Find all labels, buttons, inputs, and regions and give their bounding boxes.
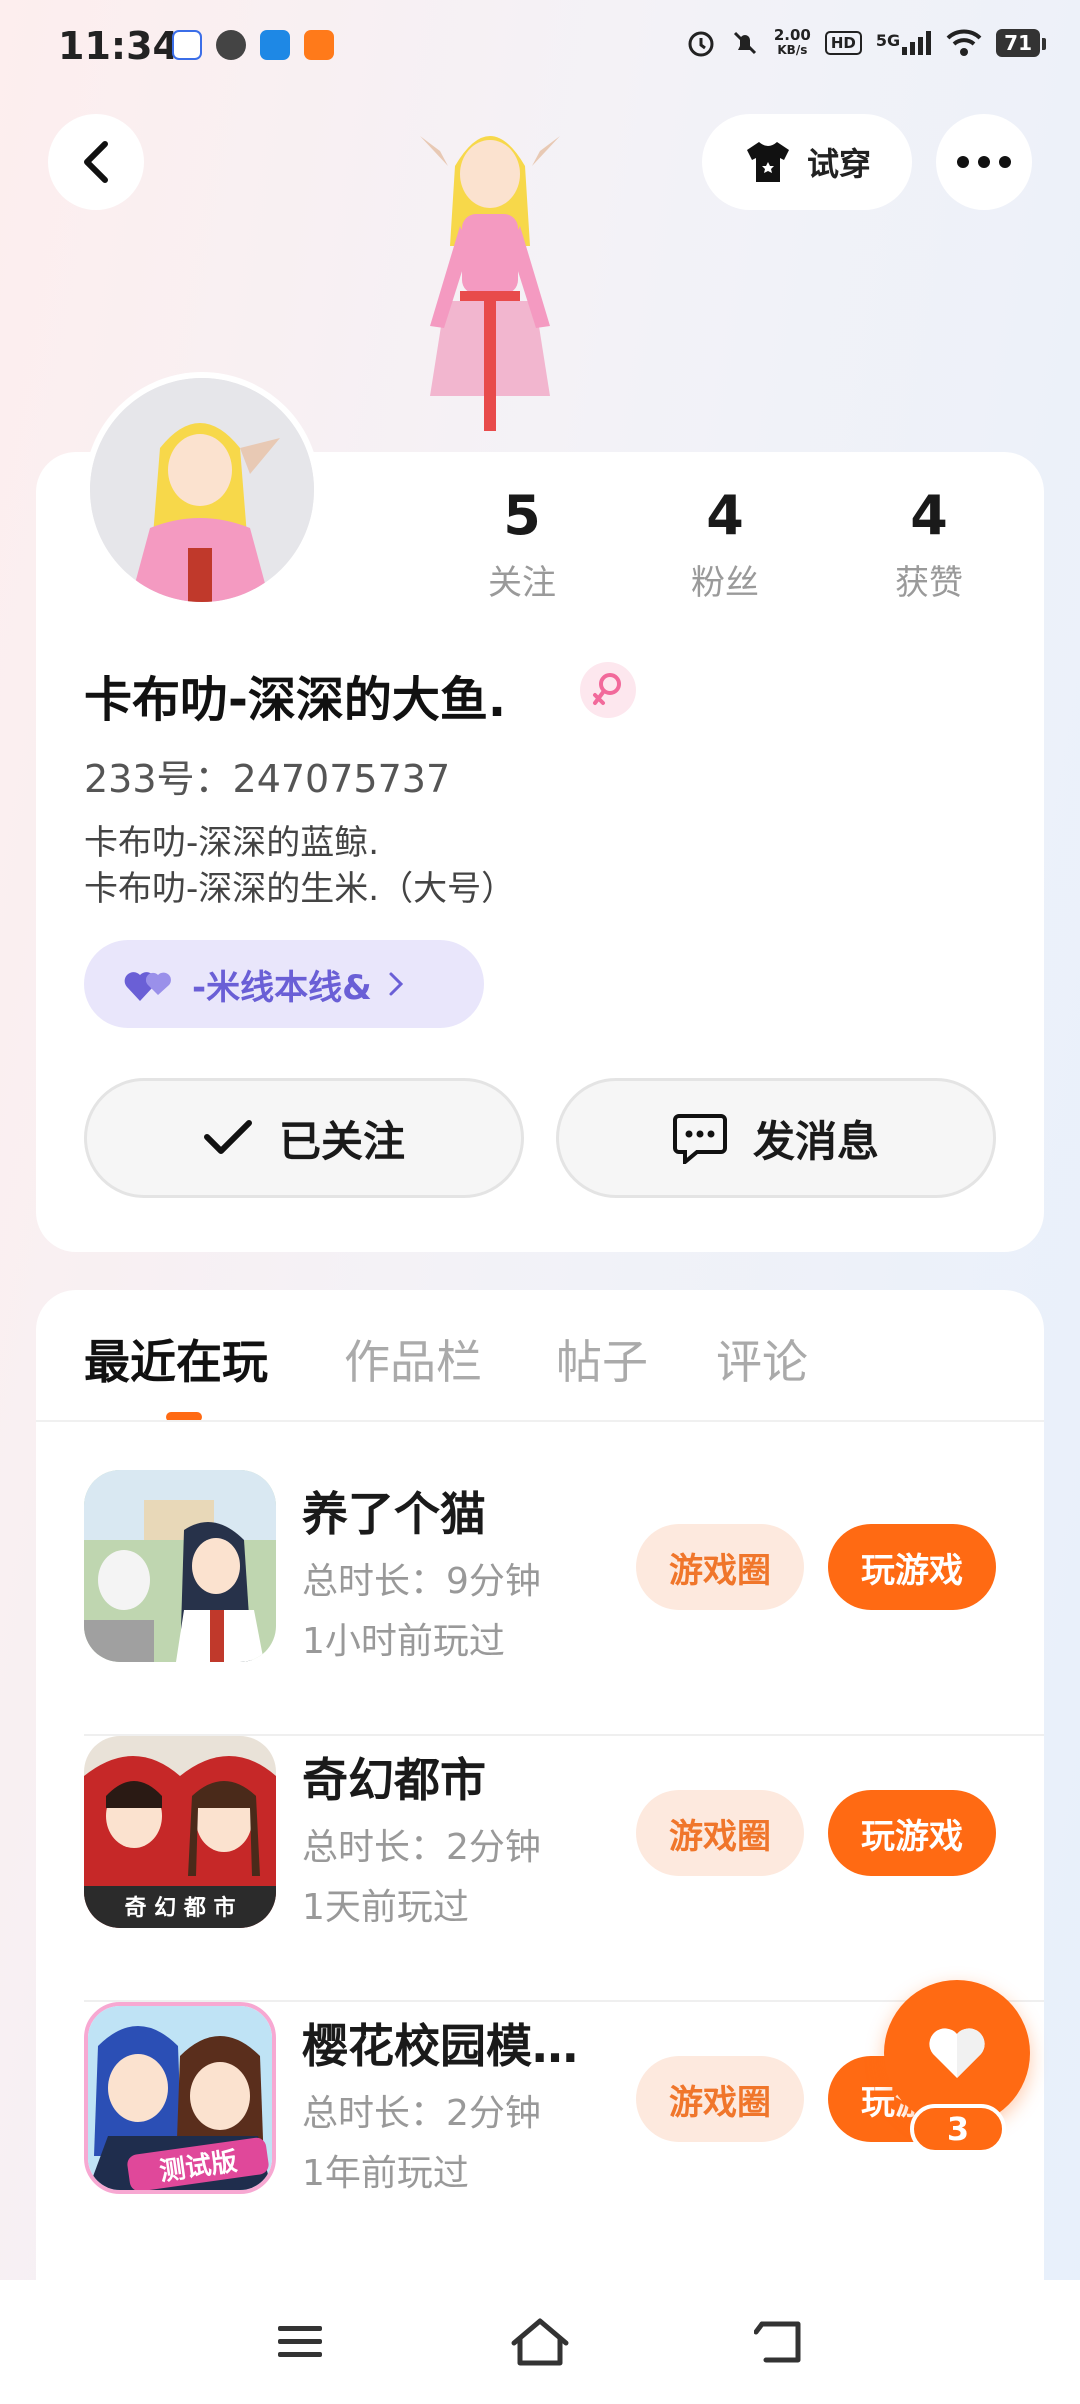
tabs-divider: [36, 1420, 1044, 1422]
game-circle-button[interactable]: 游戏圈: [636, 1790, 804, 1876]
menu-nav-button[interactable]: [268, 2310, 332, 2374]
tshirt-icon: [746, 142, 789, 182]
signal-label: 5G: [875, 31, 901, 50]
game-title: 奇幻都市: [302, 1753, 486, 1807]
link-app-icon: [216, 30, 246, 60]
send-message-label: 发消息: [752, 1116, 879, 1166]
followed-button[interactable]: 已关注: [84, 1078, 524, 1198]
game-last-played: 1年前玩过: [302, 2153, 469, 2194]
play-game-button[interactable]: 玩游戏: [828, 1524, 996, 1610]
back-arrow-icon: [84, 141, 108, 183]
followed-label: 已关注: [278, 1116, 405, 1166]
profile-bio: 卡布叻-深深的蓝鲸. 卡布叻-深深的生米.（大号）: [84, 820, 515, 912]
profile-avatar[interactable]: [84, 372, 320, 608]
game-duration: 总时长：2分钟: [302, 1827, 541, 1868]
bio-line: 卡布叻-深深的蓝鲸.: [84, 823, 380, 863]
try-on-label: 试穿: [806, 145, 871, 183]
game-list-item[interactable]: 养了个猫 总时长：9分钟 1小时前玩过 游戏圈 玩游戏: [84, 1470, 1044, 1736]
relation-tag-label: -米线本线&: [192, 967, 372, 1008]
profile-nickname: 卡布叻-深深的大鱼.: [84, 672, 507, 728]
battery-indicator: 71: [996, 29, 1046, 57]
stat-followers[interactable]: 4 粉丝: [645, 484, 805, 604]
net-speed-unit: KB/s: [777, 43, 808, 57]
back-button[interactable]: [48, 114, 144, 210]
tab-posts[interactable]: 帖子: [556, 1326, 648, 1392]
stat-label: 获赞: [895, 563, 963, 603]
bio-line: 卡布叻-深深的生米.（大号）: [84, 869, 516, 909]
game-title: 养了个猫: [302, 1487, 486, 1541]
status-bar: 11:34 2.00 KB/s HD 5G 71: [0, 0, 1080, 96]
status-time: 11:34: [58, 24, 179, 68]
game-icon[interactable]: [84, 1470, 276, 1662]
mute-icon: [733, 31, 756, 55]
alarm-icon: [688, 31, 714, 57]
stat-label: 关注: [488, 563, 556, 603]
tab-comments[interactable]: 评论: [716, 1326, 808, 1392]
profile-uid: 233号：247075737: [84, 757, 451, 801]
kugou-app-icon: [260, 30, 290, 60]
more-options-button[interactable]: [936, 114, 1032, 210]
stat-value: 4: [910, 484, 948, 547]
more-dots-icon: [957, 156, 1011, 168]
stat-likes[interactable]: 4 获赞: [849, 484, 1009, 604]
game-list-item[interactable]: 奇 幻 都 市 奇幻都市 总时长：2分钟 1天前玩过 游戏圈 玩游戏: [84, 1736, 1044, 2002]
chat-bubble-icon: [672, 1114, 727, 1164]
checkmark-icon: [203, 1120, 252, 1154]
stat-label: 粉丝: [691, 563, 759, 603]
wifi-icon: [946, 29, 982, 56]
avatar-3d-figure: [400, 96, 580, 452]
heart-icon: [929, 2028, 985, 2078]
network-speed: 2.00 KB/s: [774, 28, 811, 58]
stat-following[interactable]: 5 关注: [442, 484, 602, 604]
baidu-app-icon: [172, 30, 202, 60]
back-nav-button[interactable]: [748, 2310, 812, 2374]
game-duration: 总时长：2分钟: [302, 2093, 541, 2134]
game-last-played: 1天前玩过: [302, 1887, 469, 1928]
game-title: 樱花校园模…: [302, 2019, 578, 2073]
signal-indicator: 5G: [876, 31, 932, 55]
notification-icons: [172, 30, 334, 60]
try-on-button[interactable]: 试穿: [702, 114, 912, 210]
game-last-played: 1小时前玩过: [302, 1621, 505, 1662]
game-duration: 总时长：9分钟: [302, 1561, 541, 1602]
stat-value: 5: [503, 484, 541, 547]
tab-works[interactable]: 作品栏: [344, 1326, 482, 1392]
net-speed-value: 2.00: [773, 26, 811, 44]
system-navigation-bar: [0, 2280, 1080, 2404]
home-nav-button[interactable]: [508, 2310, 572, 2374]
home-icon: [511, 2318, 569, 2366]
stat-value: 4: [706, 484, 744, 547]
game-icon-caption: 奇 幻 都 市: [124, 1896, 236, 1921]
send-message-button[interactable]: 发消息: [556, 1078, 996, 1198]
play-game-button[interactable]: 玩游戏: [828, 1790, 996, 1876]
chevron-right-icon: [389, 972, 403, 996]
relation-tag-chip[interactable]: -米线本线&: [84, 940, 484, 1028]
game-circle-button[interactable]: 游戏圈: [636, 1524, 804, 1610]
like-count-badge: 3: [910, 2104, 1006, 2154]
menu-icon: [278, 2326, 322, 2357]
game-icon[interactable]: 奇 幻 都 市: [84, 1736, 276, 1928]
double-heart-icon: [124, 972, 171, 1001]
tab-recently-played[interactable]: 最近在玩: [84, 1326, 268, 1392]
back-nav-icon: [754, 2321, 801, 2363]
female-gender-icon: [580, 662, 636, 718]
hd-badge: HD: [824, 31, 862, 55]
status-indicators: 2.00 KB/s HD 5G 71: [686, 28, 1046, 58]
signal-bars-icon: [902, 31, 932, 55]
game-icon[interactable]: 测试版: [84, 2002, 276, 2194]
game-circle-button[interactable]: 游戏圈: [636, 2056, 804, 2142]
taobao-app-icon: [304, 30, 334, 60]
